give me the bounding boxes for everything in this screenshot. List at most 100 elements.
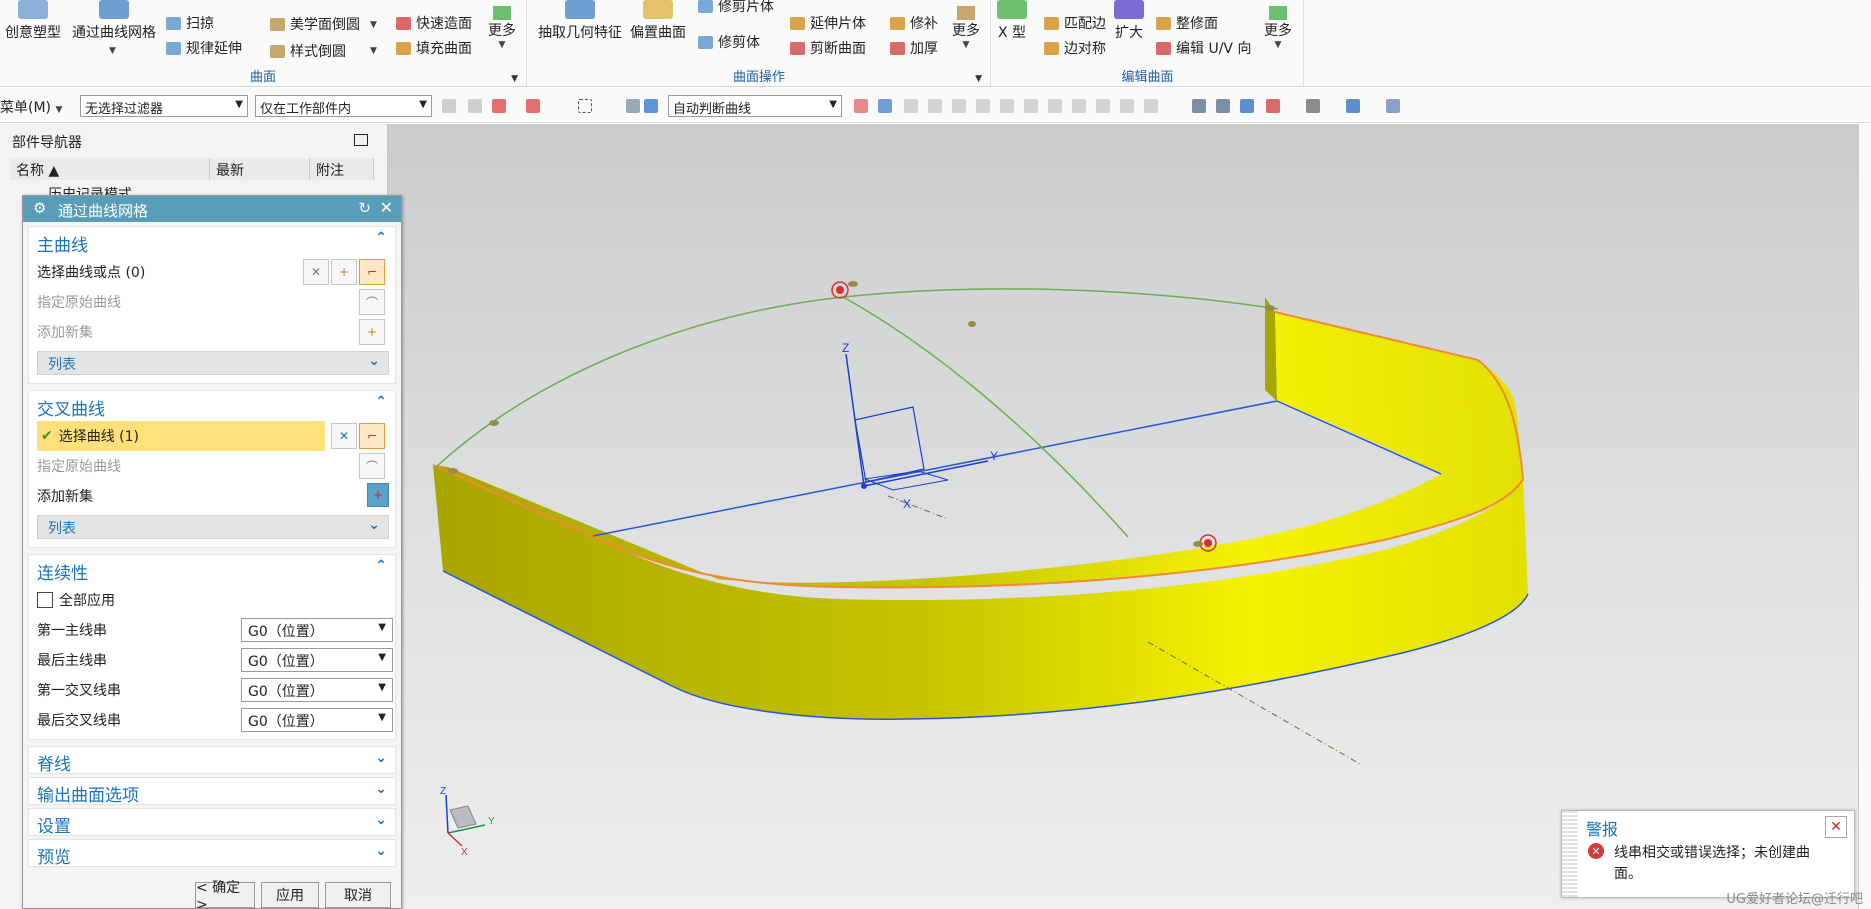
list-expander[interactable]: 列表 ⌄	[37, 515, 389, 539]
checkbox[interactable]	[37, 592, 53, 608]
curve-end-handle[interactable]	[848, 281, 858, 287]
show-hide-icon[interactable]	[1386, 99, 1400, 113]
specify-original-curve[interactable]: 指定原始曲线	[37, 289, 121, 315]
model-view[interactable]: Z Y X Z Y X	[388, 124, 1858, 909]
specify-original-curve[interactable]: 指定原始曲线	[37, 453, 121, 479]
refit-face-button[interactable]: 整修面	[1156, 12, 1218, 34]
extend-sheet-button[interactable]: 延伸片体	[790, 12, 866, 34]
alert-drag-handle[interactable]	[1562, 811, 1578, 897]
cross-curve[interactable]	[435, 288, 1279, 468]
offset-surface-button[interactable]: 偏置曲面	[628, 0, 688, 60]
snap-point-icon[interactable]	[928, 99, 942, 113]
follow-fillet-icon[interactable]	[878, 99, 892, 113]
fit-view-icon[interactable]	[1192, 99, 1206, 113]
trim-body-button[interactable]: 修剪体	[698, 31, 760, 53]
curve-end-handle[interactable]	[489, 420, 499, 426]
point-dialog-icon[interactable]: +	[331, 259, 357, 285]
column-latest[interactable]: 最新	[210, 158, 310, 180]
snap-point-icon[interactable]	[952, 99, 966, 113]
continuity-dropdown[interactable]: G0（位置） ▼	[241, 708, 393, 732]
snap-point-icon[interactable]	[904, 99, 918, 113]
chevron-down-icon[interactable]: ▼	[109, 46, 116, 56]
continuity-dropdown[interactable]: G0（位置） ▼	[241, 678, 393, 702]
close-icon[interactable]: ✕	[380, 198, 393, 217]
snap-point-icon[interactable]	[1024, 99, 1038, 113]
more-button[interactable]: 更多 ▼	[484, 0, 520, 60]
graphics-viewport[interactable]: Z Y X Z Y X	[388, 124, 1858, 909]
select-curve-or-point[interactable]: 选择曲线或点 (0)	[37, 259, 145, 285]
primary-curve[interactable]	[842, 296, 1129, 538]
more-button[interactable]: 更多 ▼	[948, 0, 984, 60]
deselect-icon[interactable]: ✕	[303, 259, 329, 285]
law-extension-button[interactable]: 规律延伸	[166, 37, 242, 59]
patch-button[interactable]: 修补	[890, 12, 938, 34]
maximize-icon[interactable]	[354, 134, 368, 146]
snap-point-icon[interactable]	[1096, 99, 1110, 113]
continuity-dropdown[interactable]: G0（位置） ▼	[241, 648, 393, 672]
match-edge-button[interactable]: 匹配边	[1044, 12, 1106, 34]
deselect-icon[interactable]: ✕	[331, 423, 357, 449]
selection-point-marker[interactable]	[836, 286, 844, 294]
original-curve-icon[interactable]: ⌒	[359, 453, 385, 479]
curve-rule-icon[interactable]: ⌐	[359, 259, 385, 285]
curve-rule-dropdown[interactable]: 自动判断曲线 ▼	[668, 95, 842, 117]
output-surface-options-section[interactable]: 输出曲面选项 ⌄	[28, 777, 396, 806]
creative-shape-button[interactable]: 创意塑型	[0, 0, 66, 60]
reset-icon[interactable]: ↻	[358, 199, 371, 217]
orient-view-icon[interactable]	[1266, 99, 1280, 113]
zoom-icon[interactable]	[1216, 99, 1230, 113]
column-notes[interactable]: 附注	[310, 158, 374, 180]
curve-end-handle[interactable]	[448, 468, 458, 474]
dialog-title-bar[interactable]: ⚙ 通过曲线网格 ↻ ✕	[23, 196, 401, 222]
select-curve-active[interactable]: ✔ 选择曲线 (1)	[37, 421, 325, 451]
curve-end-handle[interactable]	[968, 321, 976, 327]
extract-geometry-button[interactable]: 抽取几何特征	[536, 0, 624, 60]
snap-icon[interactable]	[468, 99, 482, 113]
selection-scope-dropdown[interactable]: 仅在工作部件内 ▼	[255, 95, 432, 117]
group-expand-icon[interactable]: ▼	[511, 74, 518, 84]
curve-end-handle[interactable]	[1193, 541, 1203, 547]
apply-all-checkbox[interactable]: 全部应用	[37, 587, 115, 613]
divide-face-button[interactable]: 剪断曲面	[790, 37, 866, 59]
snap-point-icon[interactable]	[1120, 99, 1134, 113]
curve-rule-icon[interactable]: ⌐	[359, 423, 385, 449]
box-select-icon[interactable]	[578, 99, 592, 113]
thicken-button[interactable]: 加厚	[890, 37, 938, 59]
section-header[interactable]: 主曲线 ⌃	[29, 227, 395, 256]
cube-view-icon[interactable]	[1346, 99, 1360, 113]
trim-sheet-button[interactable]: 修剪片体	[698, 0, 774, 17]
more-button[interactable]: 更多 ▼	[1260, 0, 1296, 60]
enlarge-button[interactable]: 扩大	[1112, 0, 1146, 60]
group-expand-icon[interactable]: ▼	[975, 74, 982, 84]
section-header[interactable]: 交叉曲线 ⌃	[29, 391, 395, 420]
rotate-icon[interactable]	[1240, 99, 1254, 113]
add-set-icon[interactable]: +	[367, 483, 389, 507]
cancel-button[interactable]: 取消	[325, 882, 391, 908]
render-style-icon[interactable]	[1306, 99, 1320, 113]
section-header[interactable]: 连续性 ⌃	[29, 555, 395, 584]
surface-front-wall-lower[interactable]	[433, 465, 1528, 720]
continuity-dropdown[interactable]: G0（位置） ▼	[241, 618, 393, 642]
snap-point-icon[interactable]	[976, 99, 990, 113]
preview-section[interactable]: 预览 ⌄	[28, 839, 396, 868]
aesthetic-face-blend-button[interactable]: 美学面倒圆	[270, 13, 360, 35]
original-curve-icon[interactable]: ⌒	[359, 289, 385, 315]
snap-point-icon[interactable]	[1048, 99, 1062, 113]
gear-icon[interactable]: ⚙	[33, 199, 46, 217]
styled-blend-button[interactable]: 样式倒圆	[270, 40, 346, 62]
add-new-set[interactable]: 添加新集	[37, 319, 93, 345]
quick-surface-button[interactable]: 快速造面	[396, 12, 472, 34]
apply-button[interactable]: 应用	[261, 882, 319, 908]
close-icon[interactable]: ✕	[1825, 816, 1847, 838]
stop-at-intersection-icon[interactable]	[854, 99, 868, 113]
curve-end-handle[interactable]	[1265, 305, 1275, 311]
solid-icon[interactable]	[626, 99, 640, 113]
selection-filter-dropdown[interactable]: 无选择过滤器 ▼	[80, 95, 248, 117]
selection-point-marker[interactable]	[1204, 539, 1212, 547]
fill-surface-button[interactable]: 填充曲面	[396, 37, 472, 59]
snap-point-icon[interactable]	[1000, 99, 1014, 113]
snap-icon[interactable]	[442, 99, 456, 113]
chevron-down-icon[interactable]: ▼	[370, 46, 377, 56]
menu-button[interactable]: 菜单(M) ▼	[0, 97, 62, 117]
select-icon[interactable]	[492, 99, 506, 113]
